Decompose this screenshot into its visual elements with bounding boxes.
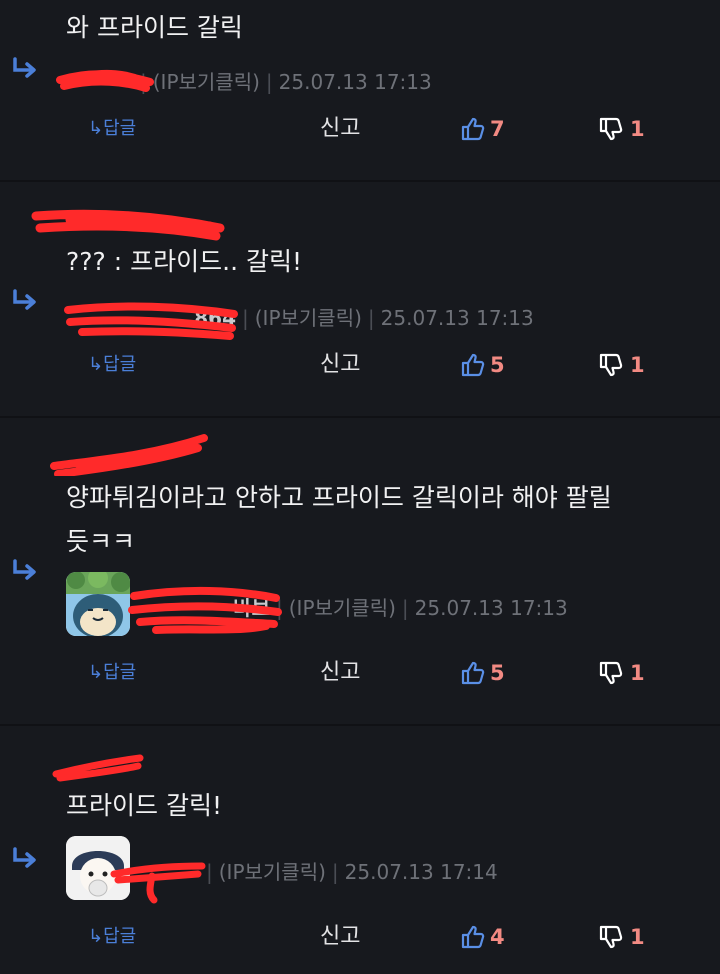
ip-view-link[interactable]: (IP보기클릭) [289,596,396,620]
report-button[interactable]: 신고 [320,114,360,144]
comment-actions: ↳답글 신고 5 1 [0,658,720,688]
reply-button[interactable]: ↳답글 [88,114,136,144]
dislike-count: 1 [630,117,645,141]
comment-text: 양파튀김이라고 안하고 프라이드 갈릭이라 해야 팔릴 [66,483,612,512]
dislike-count: 1 [630,661,645,685]
author-name[interactable]: 864 [64,306,236,330]
reply-arrow-icon [13,847,36,868]
redaction-scribble [50,434,208,476]
comment-item: 와 프라이드 갈릭 | (IP보기클릭) | 25.07.13 17:13 ↳답글 신… [0,0,720,180]
comment-text: 와 프라이드 갈릭 [66,13,243,42]
like-button[interactable]: 4 [460,922,505,952]
like-count: 5 [490,661,505,685]
dislike-button[interactable]: 1 [598,114,645,144]
redaction-scribble [52,754,144,782]
character-avatar-icon [66,836,130,900]
reply-arrow-icon [13,57,36,78]
thumbs-up-icon [461,117,485,141]
comment-meta: 864 | (IP보기클릭) | 25.07.13 17:13 [64,302,534,331]
like-button[interactable]: 5 [460,350,505,380]
timestamp: 25.07.13 17:13 [380,306,534,330]
ip-view-link[interactable]: (IP보기클릭) [153,70,260,94]
dislike-button[interactable]: 1 [598,922,645,952]
dislike-button[interactable]: 1 [598,350,645,380]
reply-arrow-icon [13,289,36,310]
like-button[interactable]: 7 [460,114,505,144]
thumbs-down-icon [599,353,623,377]
avatar[interactable] [66,572,130,636]
like-count: 7 [490,117,505,141]
avatar[interactable] [66,836,130,900]
report-button[interactable]: 신고 [320,922,360,952]
snorlax-avatar-icon [66,572,130,636]
timestamp: 25.07.13 17:13 [278,70,432,94]
reply-button[interactable]: ↳답글 [88,922,136,952]
thumbs-up-icon [461,661,485,685]
report-button[interactable]: 신고 [320,658,360,688]
ip-view-link[interactable]: (IP보기클릭) [219,860,326,884]
comment-meta: | (IP보기클릭) | 25.07.13 17:14 [206,860,498,884]
reply-arrow-icon [13,559,36,580]
author-name[interactable]: 바보 [140,592,270,621]
comment-actions: ↳답글 신고 7 1 [0,114,720,144]
ip-view-link[interactable]: (IP보기클릭) [255,306,362,330]
report-button[interactable]: 신고 [320,350,360,380]
timestamp: 25.07.13 17:13 [414,596,568,620]
thumbs-up-icon [461,353,485,377]
comment-meta: | (IP보기클릭) | 25.07.13 17:13 [140,70,432,94]
comment-text: ??? : 프라이드.. 갈릭! [66,247,302,276]
comment-item: 프라이드 갈릭! | (IP보기클릭) | 25.07.13 17:14 ↳답글 신고… [0,726,720,974]
comment-meta: 바보 | (IP보기클릭) | 25.07.13 17:13 [140,592,568,621]
like-count: 4 [490,925,505,949]
reply-button[interactable]: ↳답글 [88,658,136,688]
like-count: 5 [490,353,505,377]
dislike-button[interactable]: 1 [598,658,645,688]
comment-item: ??? : 프라이드.. 갈릭! 864 | (IP보기클릭) | 25.07.13 1… [0,182,720,416]
reply-button[interactable]: ↳답글 [88,350,136,380]
comment-text-continued: 듯ㅋㅋ [66,527,136,556]
redaction-scribble [31,209,225,241]
thumbs-up-icon [461,925,485,949]
thumbs-down-icon [599,661,623,685]
dislike-count: 1 [630,353,645,377]
like-button[interactable]: 5 [460,658,505,688]
comment-actions: ↳답글 신고 5 1 [0,350,720,380]
comment-actions: ↳답글 신고 4 1 [0,922,720,952]
timestamp: 25.07.13 17:14 [344,860,498,884]
thumbs-down-icon [599,117,623,141]
comment-text: 프라이드 갈릭! [66,791,222,820]
thumbs-down-icon [599,925,623,949]
dislike-count: 1 [630,925,645,949]
comment-item: 양파튀김이라고 안하고 프라이드 갈릭이라 해야 팔릴 듯ㅋㅋ 바보 | (IP보기… [0,418,720,724]
